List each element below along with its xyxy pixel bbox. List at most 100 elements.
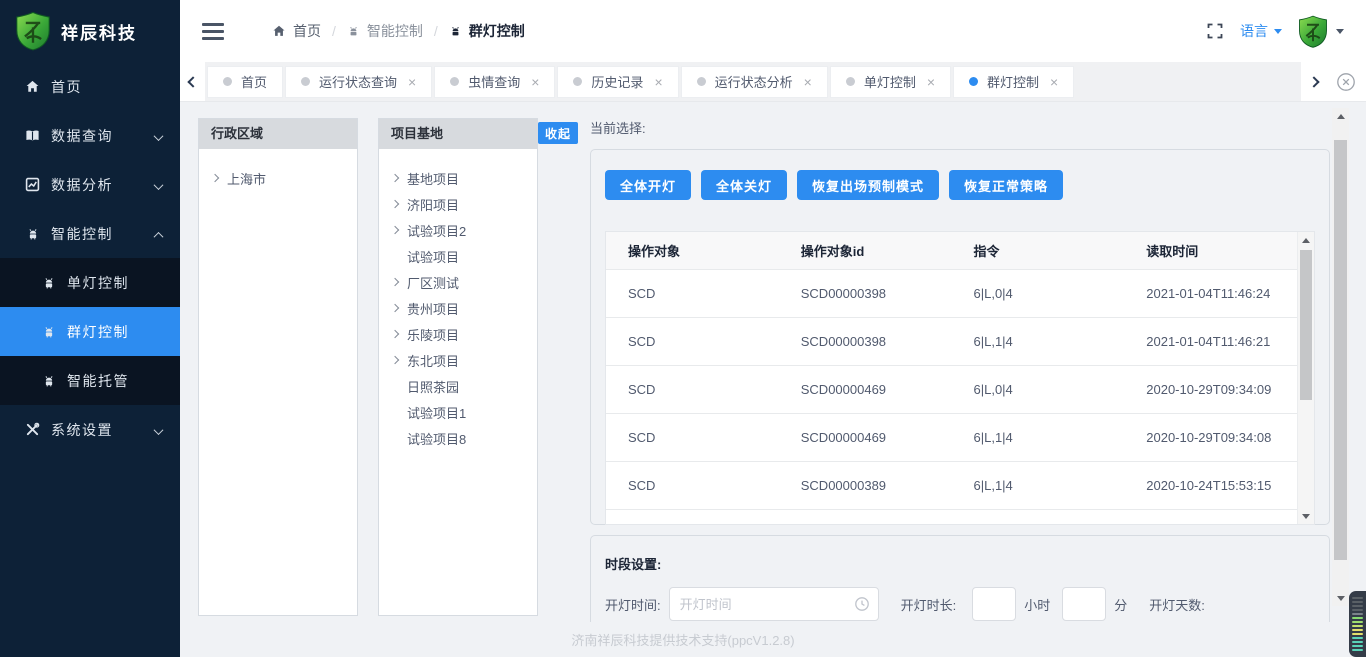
sidebar-subitem-single-lamp-control[interactable]: 单灯控制 (0, 258, 180, 307)
tree-item[interactable]: 厂区测试 (392, 269, 537, 295)
table-scrollbar[interactable] (1297, 232, 1314, 524)
scroll-up-arrow-icon[interactable] (1332, 108, 1349, 124)
region-panel: 行政区域 上海市 (198, 118, 358, 616)
tree-item[interactable]: 乐陵项目 (392, 321, 537, 347)
command-button-0[interactable]: 全体开灯 (605, 170, 691, 200)
command-table-body: SCDSCD000003986|L,0|42021-01-04T11:46:24… (606, 269, 1297, 509)
tab-run-status-query[interactable]: 运行状态查询 × (285, 66, 432, 98)
tools-icon (24, 422, 41, 437)
table-row: SCDSCD000003896|L,1|42020-10-24T15:53:15 (606, 461, 1297, 509)
tab-close-icon[interactable]: × (408, 75, 416, 89)
table-scrollbar-thumb[interactable] (1300, 250, 1312, 400)
table-cell: 2020-10-29T09:34:08 (1124, 413, 1297, 461)
collapse-panels-button[interactable]: 收起 (538, 122, 578, 144)
tree-item[interactable]: 上海市 (212, 165, 357, 191)
chevron-right-icon (391, 278, 399, 286)
fullscreen-icon[interactable] (1206, 22, 1224, 40)
tree-item[interactable]: 基地项目 (392, 165, 537, 191)
sidebar-item-system-settings[interactable]: 系统设置 (0, 405, 180, 454)
tree-item-label: 日照茶园 (407, 377, 459, 396)
scroll-down-arrow-icon[interactable] (1332, 590, 1349, 606)
tab-label: 首页 (241, 72, 267, 91)
tab-close-icon[interactable]: × (804, 75, 812, 89)
tab-run-status-analysis[interactable]: 运行状态分析 × (681, 66, 828, 98)
duration-minutes-input[interactable] (1062, 587, 1106, 621)
home-icon (272, 24, 286, 38)
breadcrumb-smart-control[interactable]: 智能控制 (347, 21, 423, 41)
table-column-header: 操作对象 (606, 232, 779, 269)
scroll-up-arrow-icon[interactable] (1298, 232, 1314, 248)
command-table: 操作对象操作对象id指令读取时间 SCDSCD000003986|L,0|420… (606, 232, 1297, 510)
command-button-2[interactable]: 恢复出场预制模式 (797, 170, 939, 200)
table-cell: 6|L,0|4 (952, 269, 1125, 317)
tab-close-icon[interactable]: × (531, 75, 539, 89)
tab-status-dot (450, 77, 459, 86)
tree-item[interactable]: 试验项目1 (392, 399, 537, 425)
tab-close-icon[interactable]: × (1050, 75, 1058, 89)
tab-status-dot (969, 77, 978, 86)
page-scrollbar[interactable] (1332, 108, 1349, 606)
tree-item-label: 试验项目 (407, 247, 459, 266)
chart-icon (24, 177, 41, 192)
close-all-tabs-button[interactable] (1326, 62, 1366, 101)
tree-item[interactable]: 贵州项目 (392, 295, 537, 321)
tab-label: 运行状态分析 (715, 72, 793, 91)
tree-item[interactable]: 济阳项目 (392, 191, 537, 217)
page-scrollbar-thumb[interactable] (1334, 140, 1347, 560)
duration-hours-input[interactable] (972, 587, 1016, 621)
tab-scroll-right-button[interactable] (1301, 62, 1326, 101)
hamburger-menu-icon[interactable] (202, 23, 224, 40)
region-panel-title: 行政区域 (199, 119, 357, 149)
on-time-input[interactable] (669, 587, 879, 621)
chevron-right-icon (391, 200, 399, 208)
command-button-1[interactable]: 全体关灯 (701, 170, 787, 200)
tree-item-label: 试验项目1 (407, 403, 466, 422)
tab-label: 运行状态查询 (319, 72, 397, 91)
table-cell: 6|L,1|4 (952, 413, 1125, 461)
tab-group-lamp-control[interactable]: 群灯控制× (953, 66, 1074, 98)
tab-history[interactable]: 历史记录 × (557, 66, 678, 98)
lamp-icon (449, 25, 462, 38)
sidebar-subitem-smart-hosting[interactable]: 智能托管 (0, 356, 180, 405)
sidebar-item-data-analysis[interactable]: 数据分析 (0, 160, 180, 209)
user-avatar-menu[interactable] (1298, 15, 1344, 48)
command-button-3[interactable]: 恢复正常策略 (949, 170, 1063, 200)
tab-single-lamp-control[interactable]: 单灯控制× (830, 66, 951, 98)
footer: 济南祥辰科技提供技术支持(ppcV1.2.8) (0, 622, 1366, 657)
tab-home[interactable]: 首页 (207, 66, 283, 98)
tree-item[interactable]: 日照茶园 (392, 373, 537, 399)
current-selection-label: 当前选择: (590, 118, 1330, 137)
tab-label: 历史记录 (591, 72, 643, 91)
tab-close-icon[interactable]: × (654, 75, 662, 89)
tree-item[interactable]: 东北项目 (392, 347, 537, 373)
language-selector[interactable]: 语言 (1240, 21, 1282, 41)
lamp-icon (40, 374, 57, 388)
tab-pest-query[interactable]: 虫情查询× (434, 66, 555, 98)
table-cell: 6|L,1|4 (952, 317, 1125, 365)
tab-close-icon[interactable]: × (927, 75, 935, 89)
table-cell: SCD (606, 461, 779, 509)
scroll-down-arrow-icon[interactable] (1298, 508, 1314, 524)
tree-item[interactable]: 试验项目2 (392, 217, 537, 243)
tab-status-dot (846, 77, 855, 86)
table-column-header: 操作对象id (779, 232, 952, 269)
sidebar-item-home[interactable]: 首页 (0, 62, 180, 111)
tree-item[interactable]: 试验项目 (392, 243, 537, 269)
tree-item[interactable]: 试验项目8 (392, 425, 537, 451)
chevron-left-icon (187, 76, 198, 87)
project-panel-title: 项目基地 (379, 119, 537, 149)
tab-status-dot (573, 77, 582, 86)
tree-item-label: 试验项目2 (407, 221, 466, 240)
chevron-right-icon (211, 174, 219, 182)
sidebar-item-data-query[interactable]: 数据查询 (0, 111, 180, 160)
sidebar-subitem-group-lamp-control[interactable]: 群灯控制 (0, 307, 180, 356)
minimap-widget[interactable] (1349, 591, 1366, 657)
tab-scroll-left-button[interactable] (180, 62, 205, 101)
table-cell: SCD (606, 269, 779, 317)
breadcrumb-home[interactable]: 首页 (272, 21, 321, 41)
lamp-icon (347, 25, 360, 38)
sidebar-item-smart-control[interactable]: 智能控制 (0, 209, 180, 258)
table-cell: SCD00000469 (779, 365, 952, 413)
breadcrumb-current: 群灯控制 (449, 21, 525, 41)
project-panel: 项目基地 基地项目济阳项目试验项目2 试验项目厂区测试贵州项目乐陵项目东北项目日照… (378, 118, 538, 616)
